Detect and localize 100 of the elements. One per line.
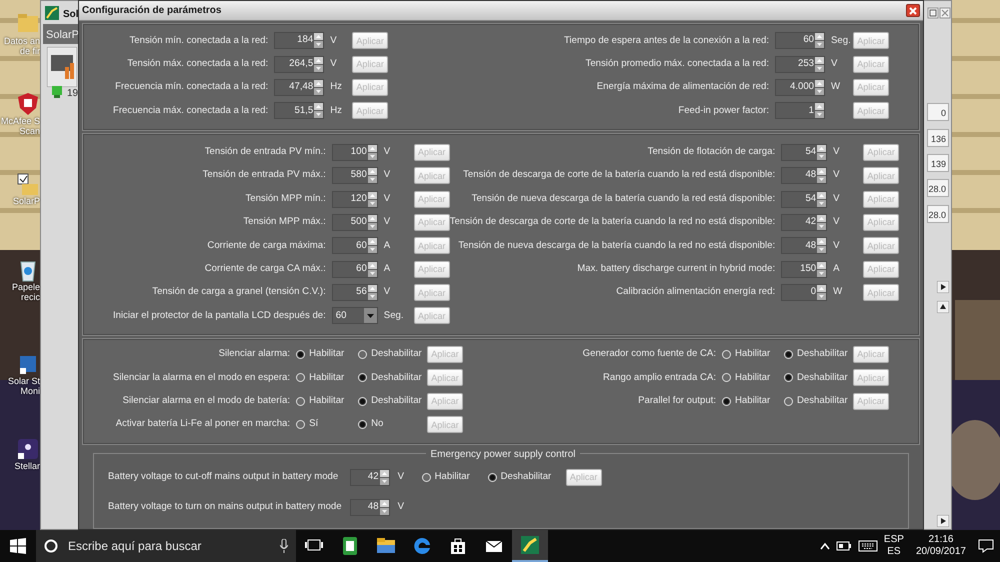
spin-field[interactable]: 42	[350, 468, 390, 486]
spin-field[interactable]: 580	[332, 167, 378, 184]
spinner-icon[interactable]	[368, 192, 377, 207]
radio-button[interactable]	[784, 350, 793, 359]
layout-code[interactable]: ES	[884, 546, 904, 558]
spin-field[interactable]: 0	[781, 284, 828, 302]
spin-field[interactable]: 42	[781, 214, 828, 231]
spin-field[interactable]: 253	[775, 56, 825, 73]
window-controls[interactable]	[927, 7, 951, 21]
spin-field[interactable]: 100	[332, 144, 378, 161]
radio-button[interactable]	[488, 472, 497, 482]
spinner-icon[interactable]	[817, 262, 826, 277]
language-code[interactable]: ESP	[884, 534, 904, 546]
radio-button[interactable]	[784, 373, 793, 382]
battery-icon[interactable]	[836, 541, 852, 551]
spinner-icon[interactable]	[817, 214, 826, 230]
store-icon[interactable]	[449, 537, 467, 555]
folder-icon[interactable]	[377, 537, 395, 555]
spinner-icon[interactable]	[815, 33, 824, 48]
spin-field[interactable]: 60	[332, 237, 378, 254]
spinner-icon[interactable]	[815, 56, 824, 72]
clock-time[interactable]: 21:16	[916, 534, 966, 546]
spinner-icon[interactable]	[368, 168, 377, 184]
spinner-icon[interactable]	[380, 470, 389, 485]
spinner-icon[interactable]	[817, 238, 826, 254]
spinner-icon[interactable]	[817, 168, 826, 184]
spinner-icon[interactable]	[817, 144, 826, 160]
radio-button[interactable]	[358, 420, 368, 430]
spin-field[interactable]: 60	[332, 260, 378, 278]
spinner-icon[interactable]	[314, 103, 324, 118]
spinner-icon[interactable]	[817, 285, 826, 300]
clock-date[interactable]: 20/09/2017	[916, 546, 966, 558]
scroll-up-icon[interactable]	[937, 301, 949, 313]
radio-label: Habilitar	[735, 394, 770, 408]
spin-field[interactable]: 120	[332, 190, 378, 208]
window-title: Sol	[63, 8, 79, 22]
reading-cell: 0	[927, 103, 949, 121]
spin-field[interactable]: 4.000	[775, 78, 825, 96]
monitor-icon[interactable]	[47, 47, 77, 87]
radio-button[interactable]	[296, 350, 306, 359]
spinner-icon[interactable]	[368, 285, 377, 300]
chevron-up-icon[interactable]	[820, 542, 830, 550]
spin-field[interactable]: 150	[781, 260, 828, 278]
radio-button[interactable]	[722, 373, 731, 382]
radio-label: Habilitar	[309, 347, 344, 362]
radio-button[interactable]	[358, 396, 368, 406]
radio-label: Deshabilitar	[797, 394, 848, 408]
spin-field[interactable]: 184	[274, 32, 324, 50]
caret-icon[interactable]	[364, 308, 377, 324]
menu-tab[interactable]: SolarP	[43, 24, 79, 44]
windows-icon[interactable]	[10, 538, 26, 554]
scroll-right-icon[interactable]	[937, 281, 949, 293]
app-icon[interactable]	[521, 536, 539, 554]
spin-field[interactable]: 48	[350, 498, 390, 516]
radio-button[interactable]	[296, 396, 306, 406]
radio-button[interactable]	[722, 350, 731, 359]
spin-field[interactable]: 500	[332, 214, 378, 231]
spinner-icon[interactable]	[815, 80, 824, 95]
spin-field[interactable]: 264,5	[274, 56, 324, 73]
dropdown[interactable]: 60	[332, 307, 378, 324]
icon-label: Datos an de fir	[2, 36, 40, 56]
spinner-icon[interactable]	[368, 262, 377, 277]
spin-field[interactable]: 48	[781, 167, 828, 184]
spinner-icon[interactable]	[368, 214, 377, 230]
notes-icon[interactable]	[341, 537, 359, 555]
desktop-icon[interactable]	[16, 172, 40, 196]
search-box[interactable]: Escribe aquí para buscar	[36, 530, 296, 562]
spin-field[interactable]: 1	[775, 102, 825, 120]
radio-button[interactable]	[722, 396, 731, 406]
radio-button[interactable]	[358, 350, 368, 359]
spinner-icon[interactable]	[815, 103, 824, 118]
radio-label: Deshabilitar	[500, 470, 552, 484]
radio-button[interactable]	[784, 396, 793, 406]
device-row[interactable]: 19	[67, 86, 78, 101]
spinner-icon[interactable]	[380, 500, 389, 515]
spin-field[interactable]: 47,48	[274, 78, 324, 96]
spin-field[interactable]: 51,5	[274, 102, 324, 120]
spinner-icon[interactable]	[368, 238, 377, 254]
spin-field[interactable]: 48	[781, 237, 828, 254]
keyboard-icon[interactable]	[858, 540, 878, 552]
scroll-right-icon[interactable]	[937, 515, 949, 527]
spinner-icon[interactable]	[314, 80, 324, 95]
spin-field[interactable]: 54	[781, 144, 828, 161]
spin-field[interactable]: 56	[332, 284, 378, 302]
search-field[interactable]: Escribe aquí para buscar	[66, 536, 272, 556]
close-button[interactable]	[906, 4, 920, 17]
spinner-icon[interactable]	[817, 192, 826, 207]
spinner-icon[interactable]	[314, 33, 324, 48]
desktop-icon[interactable]	[16, 437, 40, 461]
browser-icon[interactable]	[413, 537, 431, 555]
spinner-icon[interactable]	[314, 56, 324, 72]
radio-button[interactable]	[358, 373, 368, 382]
radio-button[interactable]	[296, 420, 306, 430]
radio-button[interactable]	[296, 373, 306, 382]
spin-field[interactable]: 60	[775, 32, 825, 50]
radio-button[interactable]	[422, 472, 431, 482]
microphone-icon[interactable]	[280, 539, 288, 553]
spin-field[interactable]: 54	[781, 190, 828, 208]
spinner-icon[interactable]	[368, 144, 377, 160]
notification-icon[interactable]	[978, 539, 994, 553]
